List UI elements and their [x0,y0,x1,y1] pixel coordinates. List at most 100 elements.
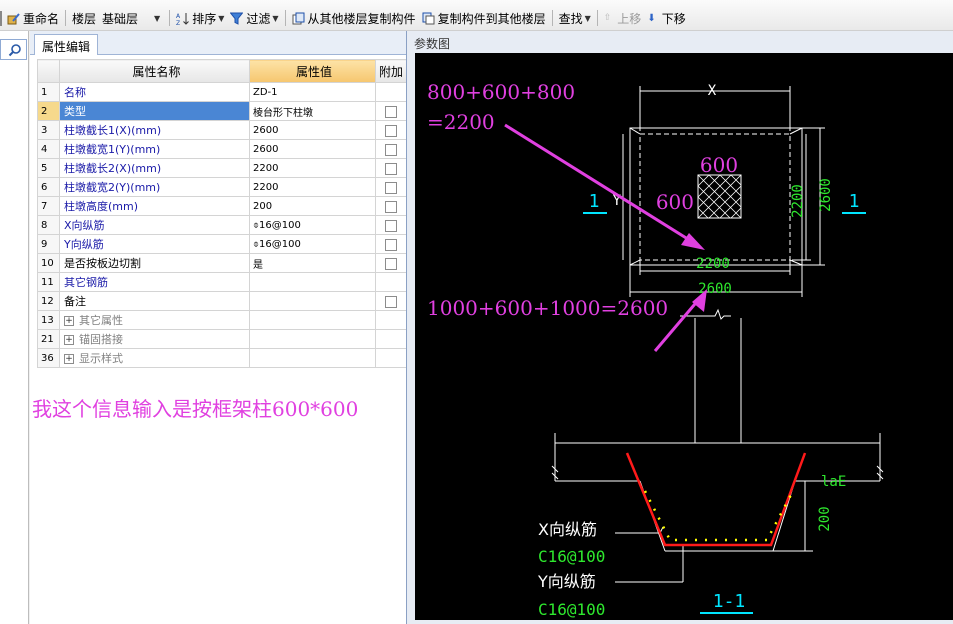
extra-checkbox[interactable] [385,181,397,194]
property-name[interactable]: 柱墩截宽1(Y)(mm) [59,139,250,159]
property-group-row[interactable]: 36 + 显示样式 [37,348,407,368]
property-value[interactable]: 200 [249,196,376,216]
extra-checkbox[interactable] [385,257,397,270]
property-value[interactable]: ⌽16@100 [249,234,376,254]
floor-selector[interactable]: 楼层 基础层 ▼ [69,9,166,27]
extra-checkbox[interactable] [385,162,397,175]
property-value[interactable]: 2600 [249,120,376,140]
copy-from-floor-button[interactable]: 从其他楼层复制构件 [289,9,419,27]
property-value[interactable]: 2200 [249,177,376,197]
property-value[interactable]: 是 [249,253,376,273]
property-row[interactable]: 3 柱墩截长1(X)(mm) 2600 [37,120,407,140]
divider [284,10,286,26]
extra-cell[interactable] [375,158,407,178]
property-value[interactable]: ⌽16@100 [249,215,376,235]
property-row[interactable]: 11 其它钢筋 [37,272,407,292]
property-group[interactable]: + 锚固搭接 [59,329,250,349]
property-grid: 属性名称 属性值 附加 1 名称 ZD-1 2 类型 棱台形下柱墩 3 柱墩截长1(X)(mm… [37,59,407,368]
property-value[interactable] [249,291,376,311]
move-down-button[interactable]: ⬇ 下移 [644,9,688,27]
chevron-down-icon: ▼ [584,13,591,23]
divider [65,10,67,26]
property-value[interactable] [249,272,376,292]
extra-cell[interactable] [375,253,407,273]
expand-icon[interactable]: + [64,316,74,326]
row-index: 6 [37,177,60,197]
extra-cell[interactable] [375,196,407,216]
property-row[interactable]: 2 类型 棱台形下柱墩 [37,101,407,121]
property-name-header[interactable]: 属性名称 [59,59,250,83]
extra-checkbox[interactable] [385,200,397,213]
extra-cell[interactable] [375,215,407,235]
property-name[interactable]: 是否按板边切割 [59,253,250,273]
property-value[interactable]: 2200 [249,158,376,178]
property-name[interactable]: 柱墩截长2(X)(mm) [59,158,250,178]
extra-checkbox[interactable] [385,124,397,137]
property-name[interactable]: 柱墩截长1(X)(mm) [59,120,250,140]
diagram-title: 参数图 [414,37,451,51]
row-index: 5 [37,158,60,178]
extra-cell[interactable] [375,234,407,254]
property-name[interactable]: 备注 [59,291,250,311]
extra-cell[interactable] [375,120,407,140]
filter-button[interactable]: 过滤 ▼ [227,9,281,27]
property-name[interactable]: 柱墩高度(mm) [59,196,250,216]
sort-button[interactable]: A Z 排序 ▼ [173,9,227,27]
search-icon[interactable] [8,43,22,57]
property-row[interactable]: 8 X向纵筋 ⌽16@100 [37,215,407,235]
property-name[interactable]: 柱墩截宽2(Y)(mm) [59,177,250,197]
extra-checkbox[interactable] [385,143,397,156]
rename-button[interactable]: 重命名 [4,9,62,27]
property-name[interactable]: 名称 [59,82,250,102]
chevron-down-icon: ▼ [154,13,161,23]
property-row[interactable]: 7 柱墩高度(mm) 200 [37,196,407,216]
user-annotations: 800+600+800 =2200 1000+600+1000=2600 [427,80,668,320]
search-input[interactable] [0,39,27,60]
property-value[interactable]: ZD-1 [249,82,376,102]
copy-from-floor-label: 从其他楼层复制构件 [307,11,416,26]
expand-icon[interactable]: + [64,354,74,364]
property-row[interactable]: 9 Y向纵筋 ⌽16@100 [37,234,407,254]
chevron-down-icon: ▼ [272,13,279,23]
extra-column-header[interactable]: 附加 [375,59,407,83]
divider [551,10,553,26]
extra-cell[interactable] [375,291,407,311]
property-name[interactable]: 其它钢筋 [59,272,250,292]
component-list-panel [0,31,29,624]
extra-checkbox[interactable] [385,219,397,232]
property-group[interactable]: + 其它属性 [59,310,250,330]
property-row[interactable]: 6 柱墩截宽2(Y)(mm) 2200 [37,177,407,197]
move-up-button[interactable]: ⇧ 上移 [601,9,645,27]
extra-checkbox[interactable] [385,105,397,118]
property-value[interactable]: 棱台形下柱墩 [249,101,376,121]
svg-text:Z: Z [176,20,180,25]
expand-icon[interactable]: + [64,335,74,345]
property-group-row[interactable]: 21 + 锚固搭接 [37,329,407,349]
property-row[interactable]: 5 柱墩截长2(X)(mm) 2200 [37,158,407,178]
extra-cell[interactable] [375,272,407,292]
property-row[interactable]: 4 柱墩截宽1(Y)(mm) 2600 [37,139,407,159]
extra-cell[interactable] [375,82,407,102]
extra-checkbox[interactable] [385,295,397,308]
extra-cell[interactable] [375,101,407,121]
extra-cell[interactable] [375,139,407,159]
toolbar: 重命名 楼层 基础层 ▼ A Z 排序 ▼ 过滤 ▼ 从其他楼层复制构件 复制构… [0,0,953,31]
find-button[interactable]: 查找 ▼ [556,9,594,27]
divider [169,10,171,26]
property-row[interactable]: 10 是否按板边切割是 [37,253,407,273]
extra-checkbox[interactable] [385,238,397,251]
property-name[interactable]: Y向纵筋 [59,234,250,254]
property-group[interactable]: + 显示样式 [59,348,250,368]
property-row[interactable]: 1 名称 ZD-1 [37,82,407,102]
property-name[interactable]: X向纵筋 [59,215,250,235]
copy-to-floor-button[interactable]: 复制构件到其他楼层 [419,9,549,27]
tab-property-editor[interactable]: 属性编辑 [34,34,99,55]
extra-cell[interactable] [375,177,407,197]
floor-select[interactable]: 基础层 ▼ [99,10,163,27]
sort-label: 排序 [192,11,217,26]
property-row[interactable]: 12 备注 [37,291,407,311]
property-value[interactable]: 2600 [249,139,376,159]
property-name[interactable]: 类型 [59,101,250,121]
property-value-header[interactable]: 属性值 [249,59,376,83]
property-group-row[interactable]: 13 + 其它属性 [37,310,407,330]
